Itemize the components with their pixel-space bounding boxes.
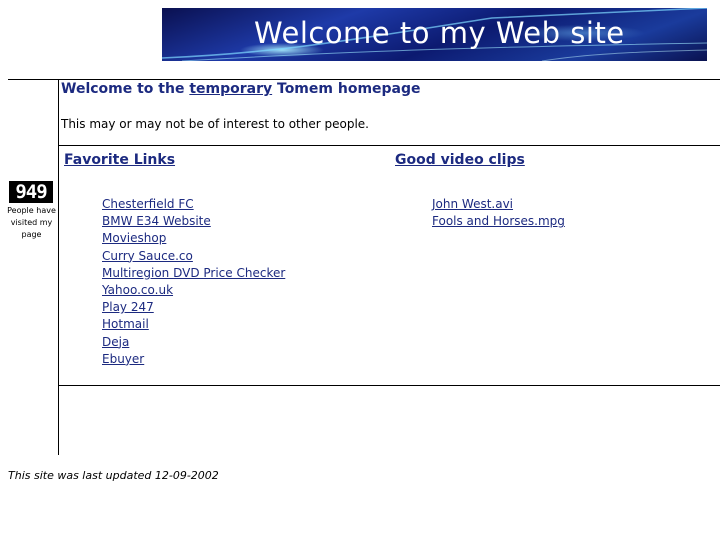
video-clips-title-link[interactable]: Good video clips (395, 152, 525, 168)
list-item: Deja (102, 334, 285, 351)
favorite-link[interactable]: Play 247 (102, 300, 154, 314)
video-clip-link[interactable]: Fools and Horses.mpg (432, 214, 565, 228)
favorite-link[interactable]: Multiregion DVD Price Checker (102, 266, 285, 280)
favorite-link[interactable]: Chesterfield FC (102, 197, 194, 211)
links-bottom-divider (59, 385, 720, 386)
favorite-link[interactable]: Deja (102, 335, 129, 349)
list-item: Multiregion DVD Price Checker (102, 265, 285, 282)
favorite-link[interactable]: Yahoo.co.uk (102, 283, 173, 297)
top-divider (8, 79, 720, 80)
list-item: Yahoo.co.uk (102, 282, 285, 299)
welcome-banner: Welcome to my Web site (162, 8, 707, 61)
page-heading: Welcome to the temporary Tomem homepage (61, 81, 421, 97)
list-item: John West.avi (432, 196, 565, 213)
banner-title: Welcome to my Web site (254, 16, 625, 50)
last-updated-note: This site was last updated 12-09-2002 (8, 469, 219, 482)
list-item: Play 247 (102, 299, 285, 316)
page-heading-prefix: Welcome to the (61, 81, 190, 97)
favorite-link[interactable]: Ebuyer (102, 352, 144, 366)
favorite-link[interactable]: Curry Sauce.co (102, 249, 193, 263)
favorite-link[interactable]: Hotmail (102, 317, 149, 331)
video-clips-list: John West.avi Fools and Horses.mpg (432, 196, 565, 230)
list-item: Ebuyer (102, 351, 285, 368)
favorite-links-title-link[interactable]: Favorite Links (64, 152, 175, 168)
visitor-counter: 949 (9, 181, 53, 203)
visitor-counter-caption: People have visited my page (7, 206, 56, 239)
intro-text: This may or may not be of interest to ot… (61, 117, 369, 131)
favorite-links-heading: Favorite Links (64, 152, 175, 168)
list-item: Curry Sauce.co (102, 248, 285, 265)
list-item: Chesterfield FC (102, 196, 285, 213)
list-item: Hotmail (102, 316, 285, 333)
list-item: Fools and Horses.mpg (432, 213, 565, 230)
list-item: BMW E34 Website (102, 213, 285, 230)
left-column-divider (58, 80, 59, 455)
temporary-link[interactable]: temporary (189, 81, 272, 97)
video-clip-link[interactable]: John West.avi (432, 197, 513, 211)
favorite-link[interactable]: BMW E34 Website (102, 214, 211, 228)
intro-divider (59, 145, 720, 146)
video-clips-heading: Good video clips (395, 152, 525, 168)
list-item: Movieshop (102, 230, 285, 247)
page-heading-suffix: Tomem homepage (272, 81, 421, 97)
favorite-link[interactable]: Movieshop (102, 231, 166, 245)
favorite-links-list: Chesterfield FC BMW E34 Website Moviesho… (102, 196, 285, 368)
